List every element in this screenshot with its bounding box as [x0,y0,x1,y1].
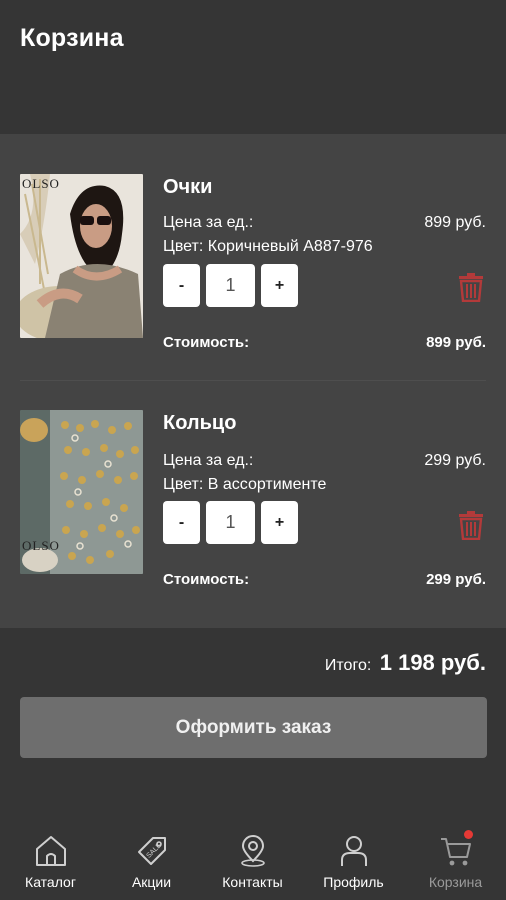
unit-price-value: 899 руб. [424,214,486,231]
image-brand-text: OLSO [22,176,60,191]
cart-item: OLSO Кольцо Цена за ед.: 299 руб. Цвет: … [0,382,506,619]
checkout-button[interactable]: Оформить заказ [20,697,487,758]
sale-tag-icon: SALE [135,834,169,868]
product-color: Цвет: В ассортименте [163,476,327,493]
tab-label: Акции [131,874,172,890]
product-name: Очки [163,176,213,198]
cost-label: Стоимость: [163,571,250,588]
cart-list: OLSO Очки Цена за ед.: 899 руб. Цвет: Ко… [0,134,506,628]
cost-label: Стоимость: [163,334,250,351]
quantity-decrease-button[interactable]: - [163,501,200,544]
tab-cart[interactable]: Корзина [405,818,506,900]
cart-icon [439,830,473,868]
cost-value: 299 руб. [426,571,486,588]
item-divider [20,380,486,381]
product-name: Кольцо [163,412,237,434]
unit-price-label: Цена за ед.: [163,452,254,469]
person-icon [337,834,371,868]
unit-price-label: Цена за ед.: [163,214,254,231]
quantity-increase-button[interactable]: + [261,264,298,307]
product-image[interactable]: OLSO [20,174,143,338]
tab-label: Каталог [25,874,76,890]
tab-profile[interactable]: Профиль [303,818,404,900]
location-pin-icon [236,834,270,868]
quantity-value[interactable]: 1 [206,264,255,307]
tab-catalog[interactable]: Каталог [0,818,101,900]
total-label: Итого: [324,657,372,674]
quantity-increase-button[interactable]: + [261,501,298,544]
cart-badge [463,830,473,839]
cart-item: OLSO Очки Цена за ед.: 899 руб. Цвет: Ко… [0,134,506,371]
unit-price-value: 299 руб. [424,452,486,469]
order-total: Итого: 1 198 руб. [325,650,486,676]
tab-contacts[interactable]: Контакты [202,818,303,900]
trash-icon[interactable] [458,272,484,303]
product-color: Цвет: Коричневый A887-976 [163,238,373,255]
tab-label: Корзина [428,874,483,890]
tab-label: Профиль [323,874,384,890]
page-title: Корзина [20,24,124,52]
total-value: 1 198 руб. [379,650,486,675]
trash-icon[interactable] [458,510,484,541]
home-icon [34,834,68,868]
quantity-value[interactable]: 1 [206,501,255,544]
product-image[interactable]: OLSO [20,410,143,574]
cost-value: 899 руб. [426,334,486,351]
quantity-decrease-button[interactable]: - [163,264,200,307]
tab-promotions[interactable]: SALE Акции [101,818,202,900]
image-brand-text: OLSO [22,538,60,553]
bottom-tab-bar: Каталог SALE Акции Контакты Профиль Корз… [0,818,506,900]
app-header: Корзина [0,0,506,134]
tab-label: Контакты [222,874,283,890]
